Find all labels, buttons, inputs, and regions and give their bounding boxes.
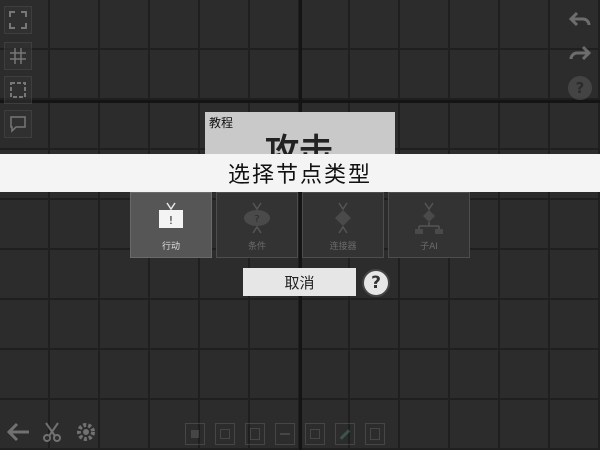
redo-button[interactable] xyxy=(566,40,594,68)
back-button[interactable] xyxy=(5,418,33,446)
settings-button[interactable] xyxy=(72,418,100,446)
tutorial-title: 教程 xyxy=(209,116,234,130)
node-type-picker: ! 行动 ? 条件 连接器 子AI xyxy=(130,192,470,259)
action-node-icon: ! xyxy=(159,202,183,228)
cut-button[interactable] xyxy=(275,423,295,445)
help-icon: ? xyxy=(568,76,592,100)
node-type-label: 条件 xyxy=(247,242,266,252)
pencil-icon xyxy=(339,428,351,440)
copy-button[interactable] xyxy=(215,423,235,445)
cut-tool-button[interactable] xyxy=(38,418,66,446)
paste-button[interactable] xyxy=(245,423,265,445)
help-icon: ? xyxy=(371,273,381,293)
svg-text:?: ? xyxy=(254,214,259,225)
node-icon xyxy=(191,430,199,438)
connector-node-icon xyxy=(335,202,351,234)
dialog-help-button[interactable]: ? xyxy=(362,269,390,297)
dialog-title: 选择节点类型 xyxy=(0,154,600,192)
fullscreen-button[interactable] xyxy=(4,6,32,34)
node-tool-button[interactable] xyxy=(185,423,205,445)
node-type-connector[interactable]: 连接器 xyxy=(302,192,384,258)
trash-icon xyxy=(370,428,380,440)
node-type-sub-ai[interactable]: 子AI xyxy=(388,192,470,258)
cancel-button[interactable]: 取消 xyxy=(243,268,356,296)
selection-frame-icon xyxy=(10,82,26,98)
grid-icon xyxy=(10,48,26,64)
node-type-label: 连接器 xyxy=(329,242,357,252)
grid-toggle-button[interactable] xyxy=(4,42,32,70)
scissors-icon xyxy=(43,422,61,442)
undo-arrow-icon xyxy=(569,11,591,27)
expand-icon xyxy=(9,11,27,29)
redo-arrow-icon xyxy=(569,45,591,61)
node-type-label: 子AI xyxy=(420,242,438,252)
edit-toolbar xyxy=(185,423,385,445)
node-type-action[interactable]: ! 行动 xyxy=(130,192,212,258)
sub-ai-node-icon xyxy=(415,202,443,234)
node-type-label: 行动 xyxy=(161,242,180,252)
duplicate-icon xyxy=(310,429,320,439)
comment-button[interactable] xyxy=(4,110,32,138)
svg-text:!: ! xyxy=(169,214,173,227)
gear-icon xyxy=(77,423,95,441)
node-type-condition[interactable]: ? 条件 xyxy=(216,192,298,258)
condition-node-icon: ? xyxy=(244,202,270,234)
paste-icon xyxy=(250,428,260,440)
copy-icon xyxy=(220,429,230,439)
duplicate-button[interactable] xyxy=(305,423,325,445)
delete-button[interactable] xyxy=(365,423,385,445)
undo-button[interactable] xyxy=(566,6,594,34)
cut-icon xyxy=(280,433,290,435)
back-arrow-icon xyxy=(7,422,29,442)
canvas-help-button[interactable]: ? xyxy=(566,74,594,102)
edit-button[interactable] xyxy=(335,423,355,445)
select-box-button[interactable] xyxy=(4,76,32,104)
speech-bubble-icon xyxy=(10,116,26,133)
